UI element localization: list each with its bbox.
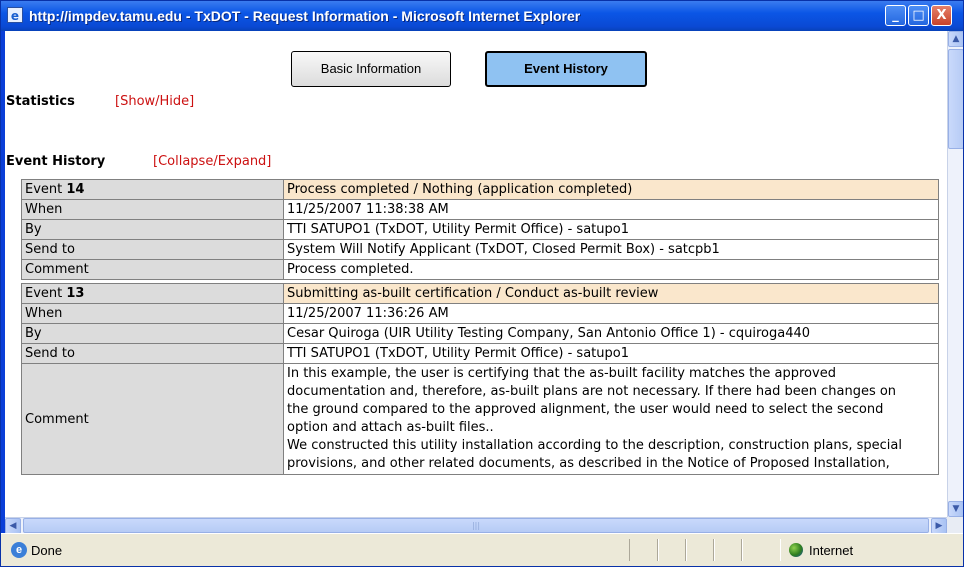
status-pane (713, 539, 743, 561)
by-label: By (21, 323, 284, 344)
vertical-scroll-thumb[interactable] (948, 49, 963, 149)
tab-event-history[interactable]: Event History (485, 51, 647, 87)
send-to-value: System Will Notify Applicant (TxDOT, Clo… (283, 239, 939, 260)
table-row: Send to System Will Notify Applicant (Tx… (21, 239, 939, 260)
by-value: TTI SATUPO1 (TxDOT, Utility Permit Offic… (283, 219, 939, 240)
status-pane (657, 539, 687, 561)
event-history-collapse-link[interactable]: [Collapse/Expand] (153, 154, 271, 169)
event-label: Event (25, 286, 63, 301)
table-row: Send to TTI SATUPO1 (TxDOT, Utility Perm… (21, 343, 939, 364)
when-value: 11/25/2007 11:38:38 AM (283, 199, 939, 220)
window-title: http://impdev.tamu.edu - TxDOT - Request… (29, 8, 581, 24)
event-header-row: Event 14 Process completed / Nothing (ap… (21, 179, 939, 200)
event-summary: Submitting as-built certification / Cond… (283, 283, 939, 304)
comment-line: documentation and, therefore, as-built p… (287, 384, 897, 399)
table-row: When 11/25/2007 11:36:26 AM (21, 303, 939, 324)
horizontal-scroll-thumb[interactable]: ||| (23, 518, 929, 533)
when-value: 11/25/2007 11:36:26 AM (283, 303, 939, 324)
tab-basic-information[interactable]: Basic Information (291, 51, 451, 87)
globe-icon (789, 543, 803, 557)
send-to-value: TTI SATUPO1 (TxDOT, Utility Permit Offic… (283, 343, 939, 364)
page-content: Basic Information Event History Statisti… (5, 31, 947, 517)
status-text: Done (31, 543, 63, 558)
event-number: 13 (66, 286, 85, 301)
status-pane (629, 539, 659, 561)
send-to-label: Send to (21, 343, 284, 364)
scroll-up-arrow-icon[interactable]: ▲ (948, 31, 963, 47)
comment-line: provisions, and other related documents,… (287, 456, 890, 471)
table-row: Comment In this example, the user is cer… (21, 363, 939, 475)
status-pane (685, 539, 715, 561)
comment-line: In this example, the user is certifying … (287, 366, 836, 381)
event-number: 14 (66, 182, 85, 197)
zone-label: Internet (809, 543, 854, 558)
scroll-right-arrow-icon[interactable]: ▶ (931, 518, 947, 534)
scrollbar-corner (947, 517, 963, 533)
comment-value: In this example, the user is certifying … (283, 363, 939, 475)
close-button[interactable]: X (931, 5, 952, 26)
table-row: By Cesar Quiroga (UIR Utility Testing Co… (21, 323, 939, 344)
event-label-cell: Event 13 (21, 283, 284, 304)
ie-status-icon: e (11, 542, 27, 558)
event-label-cell: Event 14 (21, 179, 284, 200)
by-label: By (21, 219, 284, 240)
title-bar[interactable]: e http://impdev.tamu.edu - TxDOT - Reque… (1, 1, 963, 31)
table-row: Comment Process completed. (21, 259, 939, 280)
security-zone[interactable]: Internet (781, 540, 951, 562)
when-label: When (21, 303, 284, 324)
scroll-left-arrow-icon[interactable]: ◀ (5, 518, 21, 534)
table-row: By TTI SATUPO1 (TxDOT, Utility Permit Of… (21, 219, 939, 240)
table-row: When 11/25/2007 11:38:38 AM (21, 199, 939, 220)
scroll-down-arrow-icon[interactable]: ▼ (948, 501, 963, 517)
event-history-table: Event 14 Process completed / Nothing (ap… (21, 179, 939, 475)
status-bar: e Done Internet (1, 533, 963, 566)
comment-value: Process completed. (283, 259, 939, 280)
when-label: When (21, 199, 284, 220)
comment-line: option and attach as-built files.. (287, 420, 494, 435)
minimize-button[interactable]: _ (885, 5, 906, 26)
by-value: Cesar Quiroga (UIR Utility Testing Compa… (283, 323, 939, 344)
send-to-label: Send to (21, 239, 284, 260)
statistics-heading: Statistics (6, 94, 75, 109)
ie-page-icon: e (7, 7, 23, 23)
comment-label: Comment (21, 363, 284, 475)
status-pane (741, 539, 781, 561)
maximize-button[interactable]: □ (908, 5, 929, 26)
comment-line: the ground compared to the approved alig… (287, 402, 884, 417)
event-header-row: Event 13 Submitting as-built certificati… (21, 283, 939, 304)
vertical-scrollbar[interactable]: ▲ ▼ (947, 31, 963, 517)
comment-label: Comment (21, 259, 284, 280)
comment-line: We constructed this utility installation… (287, 438, 902, 453)
statistics-show-hide-link[interactable]: [Show/Hide] (115, 94, 194, 109)
browser-window: e http://impdev.tamu.edu - TxDOT - Reque… (0, 0, 964, 567)
event-label: Event (25, 182, 63, 197)
event-history-heading: Event History (6, 154, 106, 169)
event-summary: Process completed / Nothing (application… (283, 179, 939, 200)
horizontal-scrollbar[interactable]: ◀ ||| ▶ (5, 517, 947, 534)
